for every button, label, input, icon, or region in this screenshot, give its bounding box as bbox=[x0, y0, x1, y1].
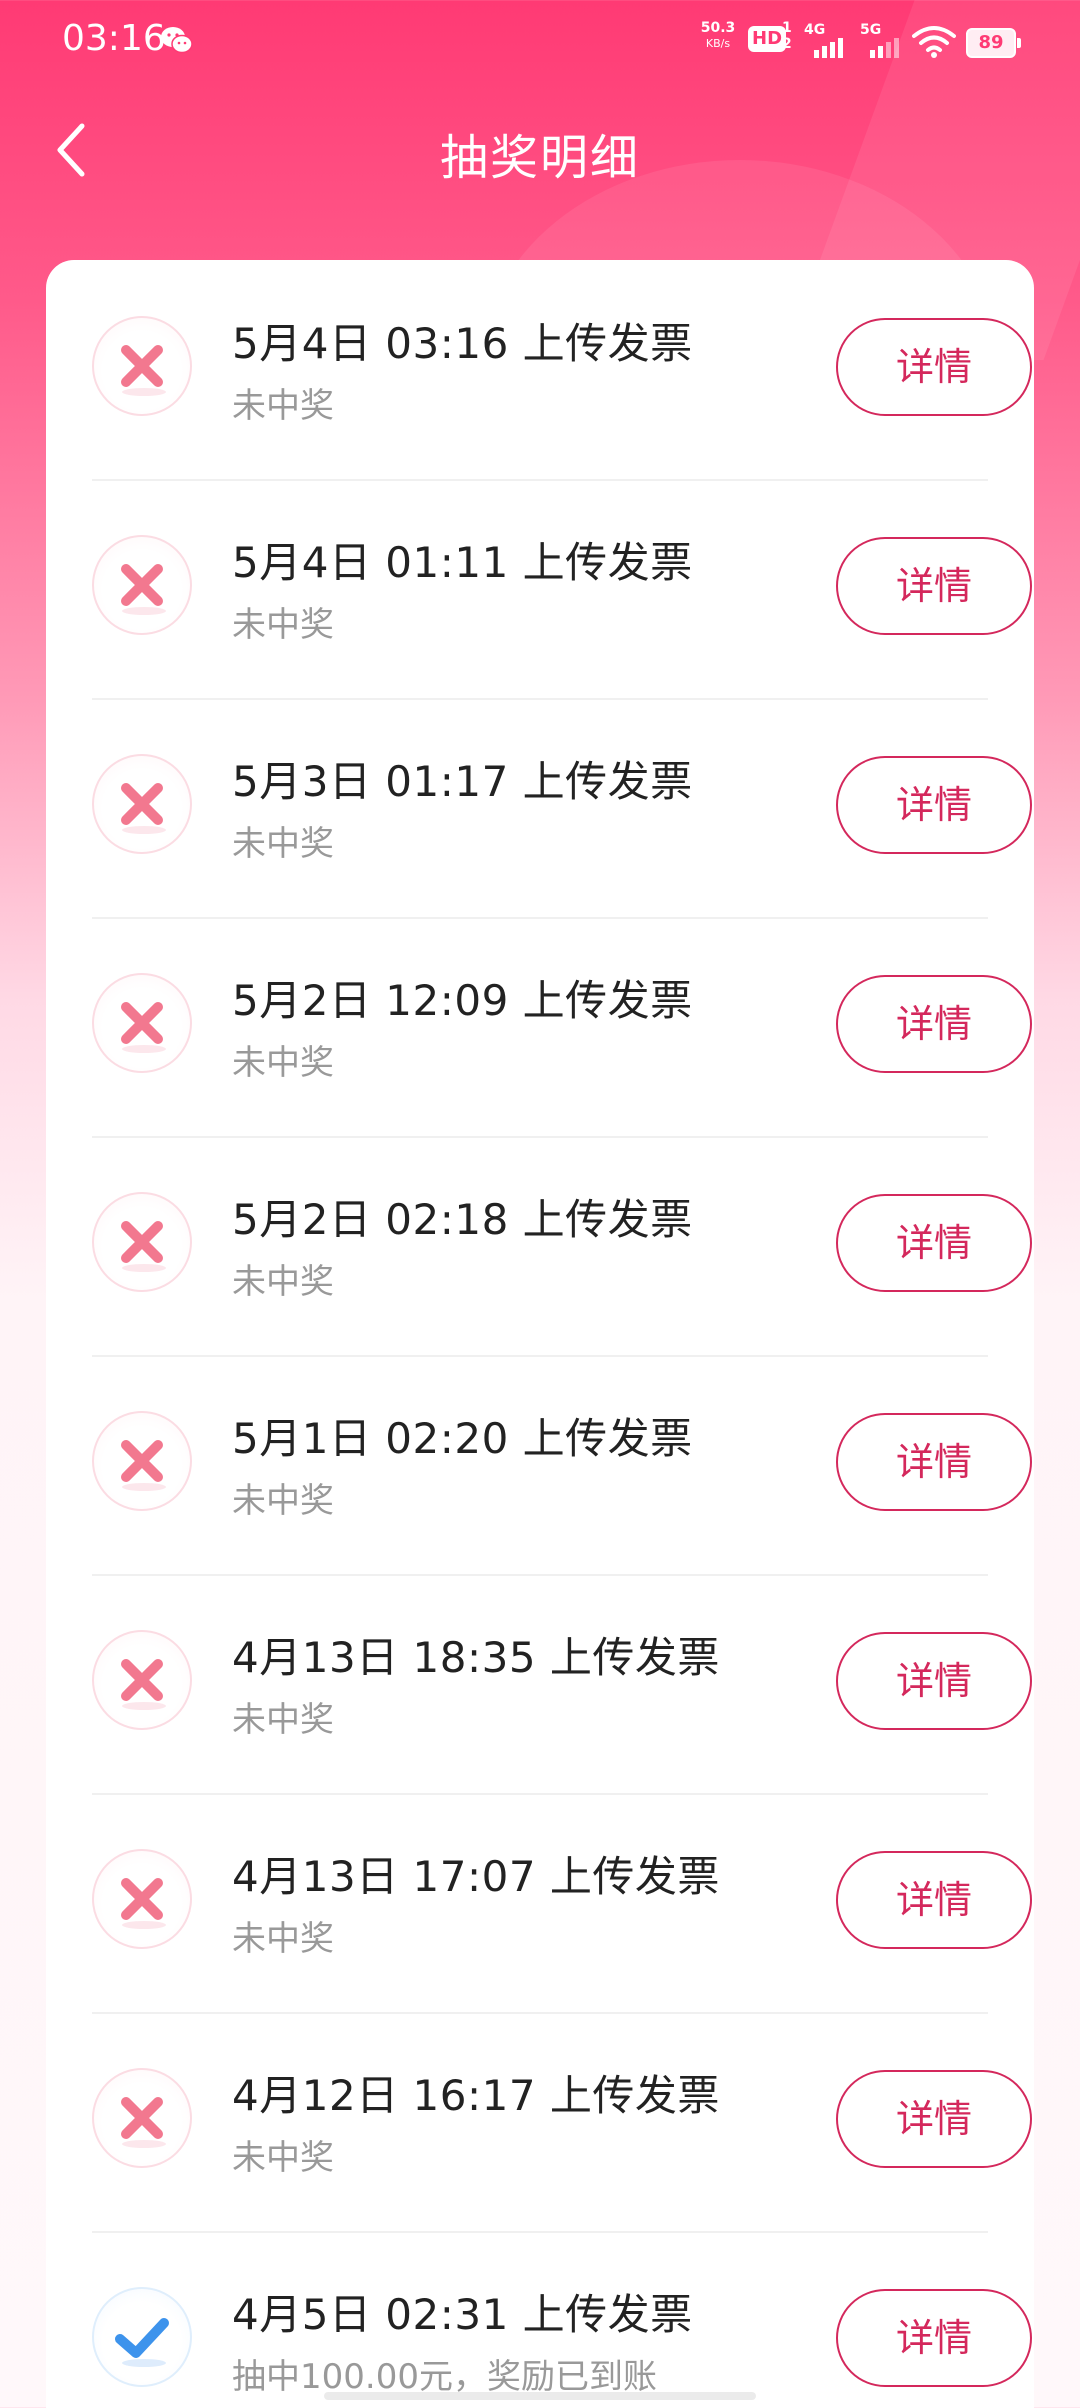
detail-button[interactable]: 详情 bbox=[836, 537, 1032, 635]
navigation-bar: 抽奖明细 bbox=[0, 90, 1080, 210]
record-result: 未中奖 bbox=[232, 2138, 334, 2178]
record-result: 未中奖 bbox=[232, 1700, 334, 1740]
record-result: 未中奖 bbox=[232, 824, 334, 864]
list-item: 4月13日 17:07 上传发票未中奖 详情 bbox=[92, 1793, 1032, 2014]
record-result: 未中奖 bbox=[232, 1262, 334, 1302]
cross-icon bbox=[92, 535, 192, 635]
page-title: 抽奖明细 bbox=[439, 130, 640, 186]
record-title: 5月4日 01:11 上传发票 bbox=[232, 538, 693, 587]
record-title: 4月5日 02:31 上传发票 bbox=[232, 2290, 693, 2339]
home-indicator[interactable] bbox=[324, 2392, 756, 2400]
record-title: 5月4日 03:16 上传发票 bbox=[232, 319, 693, 368]
signal-5g-icon: 5G bbox=[860, 22, 908, 58]
status-bar: 03:16 50.3 KB/s HD 1 2 4G 5G 89 bbox=[0, 0, 1080, 80]
list-item: 5月4日 03:16 上传发票未中奖 详情 bbox=[92, 260, 1032, 481]
detail-button[interactable]: 详情 bbox=[836, 1194, 1032, 1292]
lottery-records-list: 5月4日 03:16 上传发票 未中奖 详情 5月4日 01:11 上传发票 未中奖 详情… bbox=[46, 260, 1034, 2408]
cross-icon bbox=[92, 1630, 192, 1730]
signal-4g-icon: 4G bbox=[804, 22, 852, 58]
detail-button[interactable]: 详情 bbox=[836, 318, 1032, 416]
list-item: 5月2日 12:09 上传发票未中奖 详情 bbox=[92, 917, 1032, 1138]
hd-icon: HD bbox=[748, 26, 787, 52]
wechat-icon bbox=[161, 27, 193, 54]
list-item: 5月4日 01:11 上传发票未中奖 详情 bbox=[92, 479, 1032, 700]
record-result: 未中奖 bbox=[232, 605, 334, 645]
record-result: 未中奖 bbox=[232, 386, 334, 426]
record-title: 5月3日 01:17 上传发票 bbox=[232, 757, 693, 806]
list-item: 4月13日 18:35 上传发票未中奖 详情 bbox=[92, 1574, 1032, 1795]
wifi-icon bbox=[912, 26, 956, 58]
detail-button[interactable]: 详情 bbox=[836, 756, 1032, 854]
list-item: 4月5日 02:31 上传发票抽中100.00元，奖励已到账 详情 bbox=[92, 2231, 1032, 2408]
cross-icon bbox=[92, 1192, 192, 1292]
cross-icon bbox=[92, 1411, 192, 1511]
cross-icon bbox=[92, 754, 192, 854]
check-icon bbox=[92, 2287, 192, 2387]
list-item: 5月3日 01:17 上传发票未中奖 详情 bbox=[92, 698, 1032, 919]
record-title: 4月12日 16:17 上传发票 bbox=[232, 2071, 720, 2120]
detail-button[interactable]: 详情 bbox=[836, 975, 1032, 1073]
record-title: 5月2日 02:18 上传发票 bbox=[232, 1195, 693, 1244]
record-title: 5月1日 02:20 上传发票 bbox=[232, 1414, 693, 1463]
record-result: 未中奖 bbox=[232, 1481, 334, 1521]
list-item: 5月2日 02:18 上传发票未中奖 详情 bbox=[92, 1136, 1032, 1357]
network-speed: 50.3 KB/s bbox=[700, 20, 736, 50]
status-time: 03:16 bbox=[62, 18, 166, 59]
detail-button[interactable]: 详情 bbox=[836, 2289, 1032, 2387]
record-title: 4月13日 17:07 上传发票 bbox=[232, 1852, 720, 1901]
record-result: 抽中100.00元，奖励已到账 bbox=[232, 2357, 657, 2397]
detail-button[interactable]: 详情 bbox=[836, 2070, 1032, 2168]
record-title: 5月2日 12:09 上传发票 bbox=[232, 976, 693, 1025]
record-title: 4月13日 18:35 上传发票 bbox=[232, 1633, 720, 1682]
record-result: 未中奖 bbox=[232, 1043, 334, 1083]
list-item: 4月12日 16:17 上传发票未中奖 详情 bbox=[92, 2012, 1032, 2233]
list-item: 5月1日 02:20 上传发票未中奖 详情 bbox=[92, 1355, 1032, 1576]
battery-icon: 89 bbox=[966, 28, 1021, 58]
detail-button[interactable]: 详情 bbox=[836, 1851, 1032, 1949]
cross-icon bbox=[92, 1849, 192, 1949]
cross-icon bbox=[92, 973, 192, 1073]
detail-button[interactable]: 详情 bbox=[836, 1632, 1032, 1730]
record-result: 未中奖 bbox=[232, 1919, 334, 1959]
cross-icon bbox=[92, 2068, 192, 2168]
detail-button[interactable]: 详情 bbox=[836, 1413, 1032, 1511]
hd-sim-indicator: 1 2 bbox=[782, 20, 792, 52]
cross-icon bbox=[92, 316, 192, 416]
